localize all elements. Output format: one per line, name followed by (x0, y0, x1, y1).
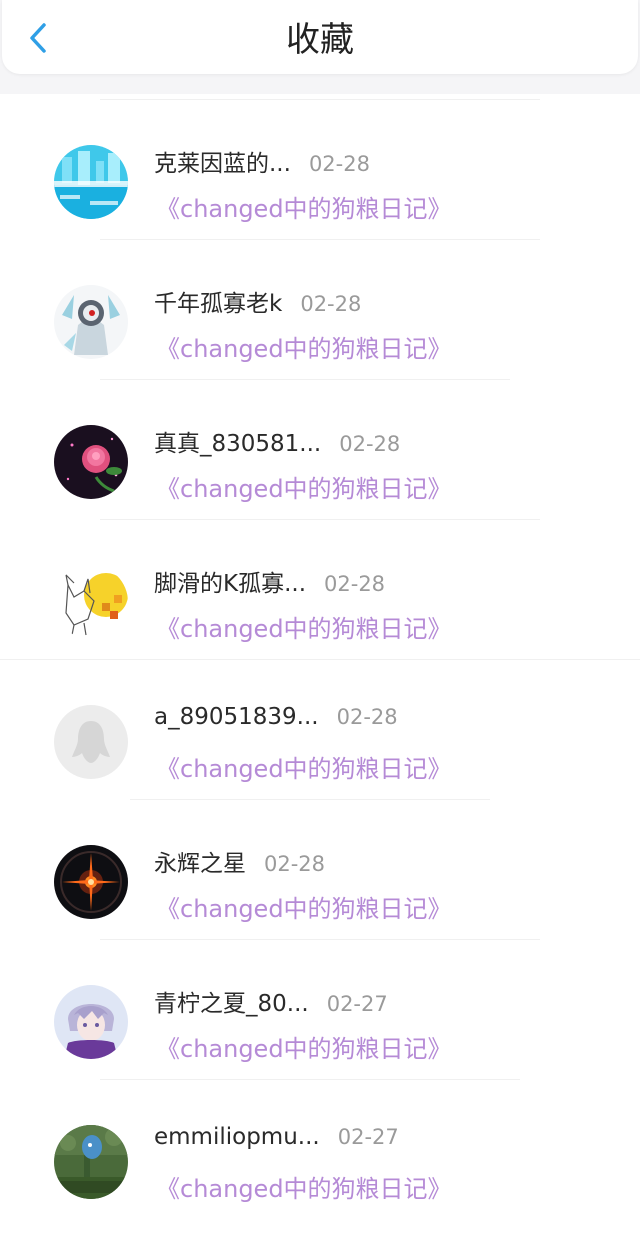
user-name[interactable]: 永辉之星 (154, 844, 246, 878)
user-name[interactable]: 青柠之夏_80... (154, 984, 309, 1018)
item-header: 永辉之星 02-28 (154, 844, 325, 880)
list-item[interactable]: 克莱因蓝的... 02-28 《changed中的狗粮日记》 (0, 94, 640, 240)
user-name[interactable]: a_89051839... (154, 704, 319, 730)
user-name[interactable]: 克莱因蓝的... (154, 144, 291, 178)
book-link[interactable]: 《changed中的狗粮日记》 (156, 889, 452, 924)
item-date: 02-28 (336, 705, 398, 729)
user-name[interactable]: 千年孤寡老k (154, 284, 282, 318)
avatar-green-figure[interactable] (54, 1125, 128, 1199)
item-header: 青柠之夏_80... 02-27 (154, 984, 388, 1020)
item-date: 02-27 (326, 992, 388, 1016)
user-name[interactable]: 真真_830581... (154, 424, 321, 458)
item-date: 02-28 (300, 292, 362, 316)
item-header: 脚滑的K孤寡... 02-28 (154, 564, 385, 600)
item-header: 克莱因蓝的... 02-28 (154, 144, 370, 180)
list-item[interactable]: a_89051839... 02-28 《changed中的狗粮日记》 (0, 654, 640, 800)
list-item[interactable]: 脚滑的K孤寡... 02-28 《changed中的狗粮日记》 (0, 514, 640, 660)
avatar-anime-boy[interactable] (54, 985, 128, 1059)
item-date: 02-28 (324, 572, 386, 596)
avatar-dark-star[interactable] (54, 845, 128, 919)
list-item[interactable]: 永辉之星 02-28 《changed中的狗粮日记》 (0, 794, 640, 940)
list-item[interactable]: 千年孤寡老k 02-28 《changed中的狗粮日记》 (0, 234, 640, 380)
user-name[interactable]: emmiliopmu... (154, 1124, 320, 1150)
item-header: 千年孤寡老k 02-28 (154, 284, 361, 320)
book-link[interactable]: 《changed中的狗粮日记》 (156, 1169, 452, 1204)
list-item[interactable]: 真真_830581... 02-28 《changed中的狗粮日记》 (0, 374, 640, 520)
list-item[interactable]: 青柠之夏_80... 02-27 《changed中的狗粮日记》 (0, 934, 640, 1080)
item-date: 02-27 (337, 1125, 399, 1149)
book-link[interactable]: 《changed中的狗粮日记》 (156, 469, 452, 504)
avatar-default-penguin[interactable] (54, 705, 128, 779)
favorites-list-items: 克莱因蓝的... 02-28 《changed中的狗粮日记》 千年孤寡老k 02… (0, 94, 640, 1214)
item-date: 02-28 (264, 852, 326, 876)
item-header: emmiliopmu... 02-27 (154, 1124, 399, 1160)
item-header: a_89051839... 02-28 (154, 704, 398, 740)
book-link[interactable]: 《changed中的狗粮日记》 (156, 1029, 452, 1064)
book-link[interactable]: 《changed中的狗粮日记》 (156, 189, 452, 224)
item-header: 真真_830581... 02-28 (154, 424, 400, 460)
item-date: 02-28 (308, 152, 370, 176)
avatar-blue-pixel[interactable] (54, 145, 128, 219)
book-link[interactable]: 《changed中的狗粮日记》 (156, 609, 452, 644)
item-date: 02-28 (339, 432, 401, 456)
list-item[interactable]: emmiliopmu... 02-27 《changed中的狗粮日记》 (0, 1074, 640, 1214)
book-link[interactable]: 《changed中的狗粮日记》 (156, 329, 452, 364)
book-link[interactable]: 《changed中的狗粮日记》 (156, 749, 452, 784)
avatar-sketch-fox[interactable] (54, 565, 128, 639)
avatar-masked-figure[interactable] (54, 285, 128, 359)
avatar-rose[interactable] (54, 425, 128, 499)
user-name[interactable]: 脚滑的K孤寡... (154, 564, 306, 598)
